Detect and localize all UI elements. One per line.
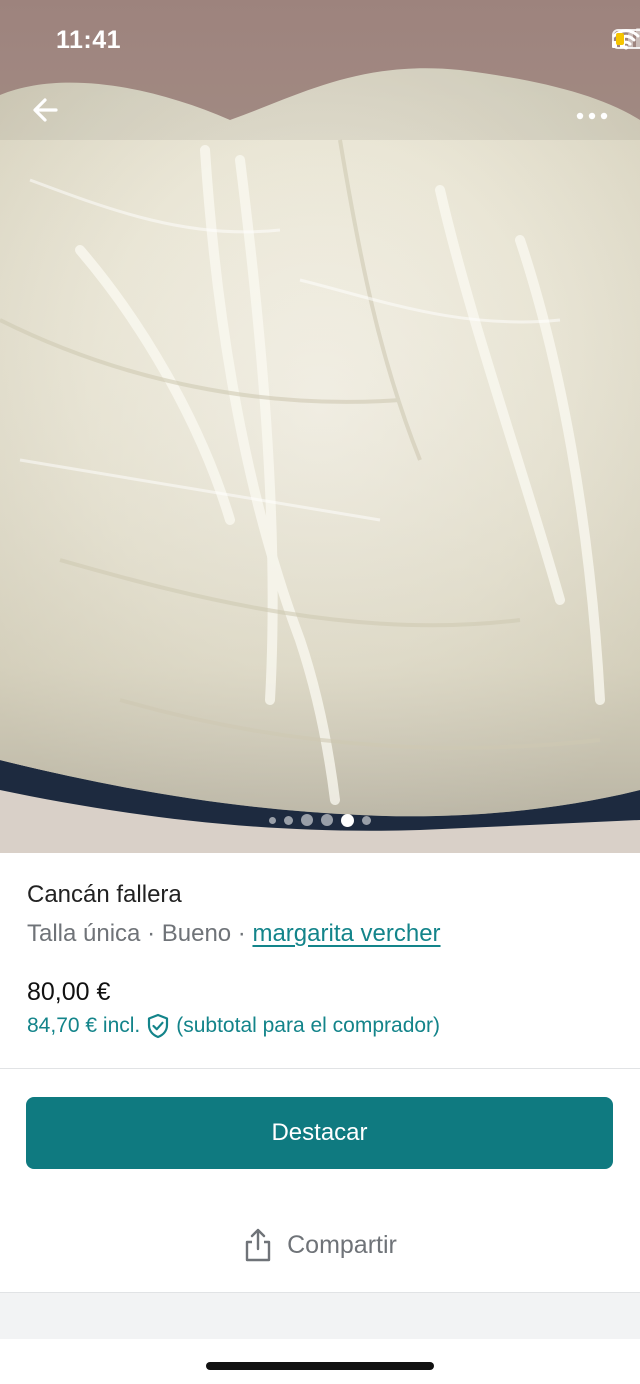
pagination-dot[interactable] xyxy=(284,815,293,825)
status-time: 11:41 xyxy=(56,26,122,54)
shield-check-icon xyxy=(148,1013,169,1039)
pagination-dot[interactable] xyxy=(301,814,313,826)
destacar-button[interactable]: Destacar xyxy=(26,1097,613,1169)
gallery-pagination xyxy=(0,811,640,829)
price-incl-row[interactable]: 84,70 € incl. (subtotal para el comprado… xyxy=(27,1013,440,1039)
top-nav xyxy=(0,82,640,142)
pagination-dot-active[interactable] xyxy=(341,813,354,827)
battery-icon xyxy=(612,29,640,49)
pagination-dot[interactable] xyxy=(362,815,371,825)
product-title: Cancán fallera xyxy=(27,881,182,908)
product-info: Cancán fallera Talla única · Bueno · mar… xyxy=(27,878,617,954)
pagination-dot[interactable] xyxy=(269,816,276,824)
product-meta: Talla única · Bueno · margarita vercher xyxy=(27,914,617,954)
divider xyxy=(0,1068,640,1069)
product-size: Talla única xyxy=(27,920,141,947)
share-icon xyxy=(245,1228,271,1262)
section-separator xyxy=(0,1293,640,1339)
price-incl-note: (subtotal para el comprador) xyxy=(176,1014,441,1037)
back-button[interactable] xyxy=(24,88,68,132)
product-condition: Bueno xyxy=(161,920,232,947)
seller-link[interactable]: margarita vercher xyxy=(252,920,440,947)
pagination-dot[interactable] xyxy=(321,814,333,826)
share-button[interactable]: Compartir xyxy=(0,1215,640,1275)
price-incl: 84,70 € incl. xyxy=(27,1014,141,1037)
home-indicator xyxy=(206,1362,434,1370)
meta-separator: · xyxy=(231,920,253,947)
more-options-button[interactable] xyxy=(568,88,616,132)
status-bar: 11:41 xyxy=(0,0,640,80)
product-photo[interactable]: 11:41 xyxy=(0,0,640,853)
product-price: 80,00 € xyxy=(27,978,111,1006)
more-dots-icon xyxy=(576,112,608,120)
share-label: Compartir xyxy=(287,1230,397,1259)
arrow-left-icon xyxy=(33,98,58,122)
meta-separator: · xyxy=(140,920,162,947)
